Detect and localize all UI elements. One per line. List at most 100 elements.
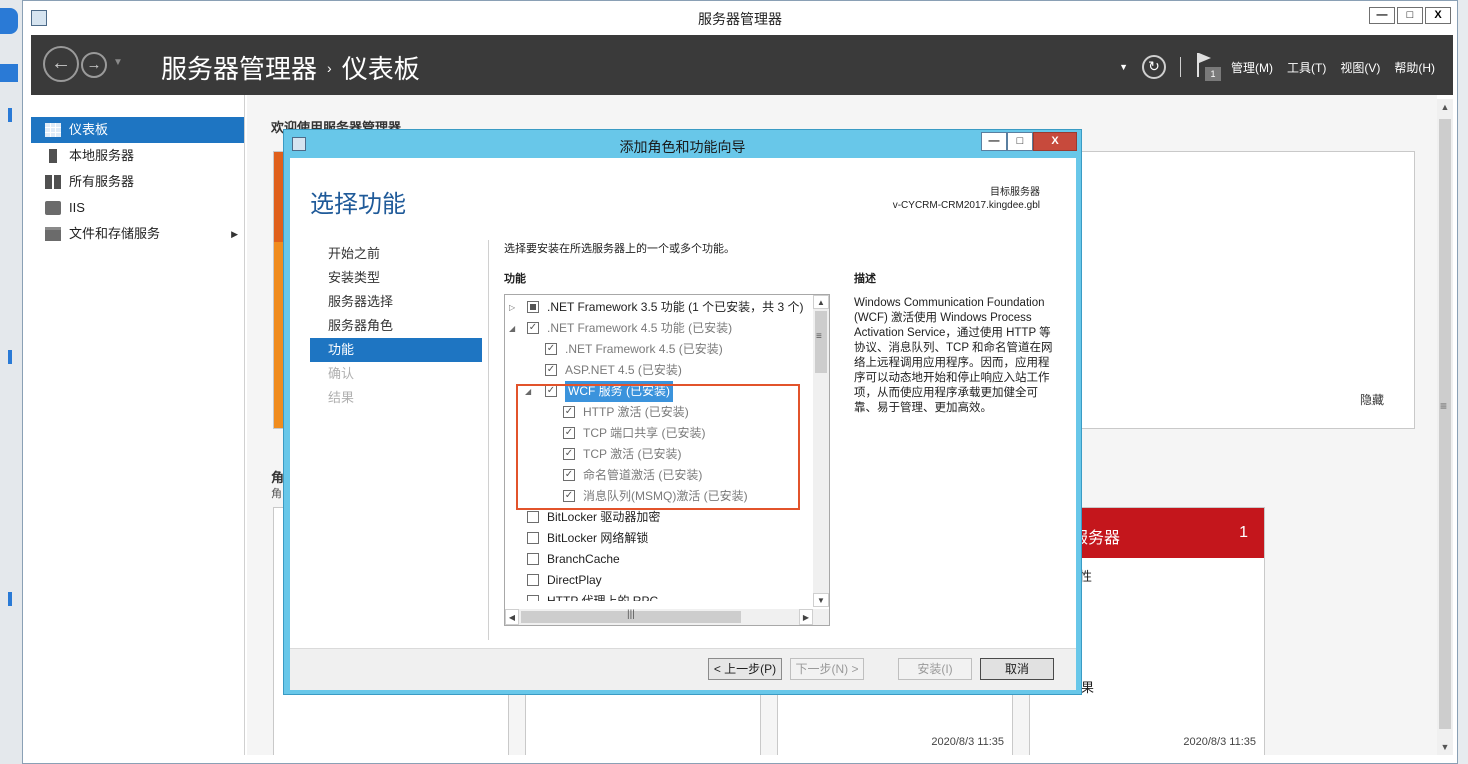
steps-divider [488, 240, 489, 640]
feature-checkbox[interactable]: ✓ [545, 364, 557, 376]
feature-checkbox[interactable]: ✓ [527, 322, 539, 334]
wizard-body: 选择功能 目标服务器 v-CYCRM-CRM2017.kingdee.gbl 开… [290, 158, 1076, 690]
feature-row[interactable]: ✓ 消息队列(MSMQ)激活 (已安装) [505, 486, 813, 507]
feature-checkbox[interactable]: ✓ [563, 469, 575, 481]
roles-section-subtitle: 角 [271, 488, 282, 500]
wizard-title-bar: 添加角色和功能向导 — □ X [284, 130, 1081, 158]
breadcrumb-separator: › [327, 59, 332, 76]
feature-row[interactable]: ✓ ASP.NET 4.5 (已安装) [505, 360, 813, 381]
breadcrumb-root[interactable]: 服务器管理器 [161, 49, 317, 86]
close-button[interactable]: X [1425, 7, 1451, 24]
feature-row[interactable]: ✓ HTTP 激活 (已安装) [505, 402, 813, 423]
destination-server: 目标服务器 v-CYCRM-CRM2017.kingdee.gbl [893, 186, 1040, 212]
scroll-thumb[interactable] [815, 311, 827, 373]
feature-row[interactable]: BitLocker 驱动器加密 [505, 507, 813, 528]
feature-label: TCP 激活 (已安装) [583, 447, 682, 461]
destination-server-name: v-CYCRM-CRM2017.kingdee.gbl [892, 200, 1040, 211]
scroll-thumb[interactable] [1439, 119, 1451, 729]
expand-toggle-icon[interactable]: ◢ [509, 318, 515, 339]
scroll-grip-icon: ≡ [1440, 399, 1448, 413]
feature-checkbox[interactable]: ✓ [563, 448, 575, 460]
feature-label: WCF 服务 (已安装) [565, 381, 673, 402]
taskbar-edge-icon[interactable] [0, 8, 18, 34]
scroll-down-icon[interactable]: ▼ [1437, 739, 1453, 755]
feature-checkbox[interactable] [527, 574, 539, 586]
home-icon[interactable] [0, 64, 18, 82]
wizard-maximize-button[interactable]: □ [1007, 132, 1033, 151]
feature-label: .NET Framework 4.5 (已安装) [565, 342, 723, 356]
feature-row[interactable]: DirectPlay [505, 570, 813, 591]
step-server-selection[interactable]: 服务器选择 [310, 290, 482, 314]
feature-checkbox[interactable]: ✓ [563, 490, 575, 502]
feature-checkbox[interactable]: ✓ [545, 385, 557, 397]
features-vertical-scrollbar[interactable]: ▲ ≡ ▼ [813, 295, 829, 607]
taskbar-marker-icon [8, 108, 12, 122]
feature-row[interactable]: ✓ TCP 端口共享 (已安装) [505, 423, 813, 444]
previous-button[interactable]: < 上一步(P) [708, 658, 782, 680]
tile-timestamp: 2020/8/3 11:35 [931, 736, 1004, 748]
refresh-dropdown-icon[interactable]: ▼ [1119, 62, 1128, 72]
scroll-up-icon[interactable]: ▲ [813, 295, 829, 309]
features-tree[interactable]: ▷ .NET Framework 3.5 功能 (1 个已安装，共 3 个) ◢ ✓.… [504, 294, 830, 626]
header-bar: ← → ▼ 服务器管理器 › 仪表板 ▼ ↻ 1 管理(M) 工具(T) 视图(… [31, 35, 1453, 95]
feature-checkbox[interactable] [527, 301, 539, 313]
sidebar-item-dashboard[interactable]: 仪表板 [31, 117, 244, 143]
feature-label: 消息队列(MSMQ)激活 (已安装) [583, 489, 748, 503]
feature-row[interactable]: ✓ .NET Framework 4.5 (已安装) [505, 339, 813, 360]
wizard-minimize-button[interactable]: — [981, 132, 1007, 151]
menu-tools[interactable]: 工具(T) [1287, 59, 1326, 76]
feature-row[interactable]: HTTP 代理上的 RPC [505, 591, 813, 601]
feature-row[interactable]: ✓ 命名管道激活 (已安装) [505, 465, 813, 486]
scroll-left-icon[interactable]: ◀ [505, 609, 519, 625]
scroll-right-icon[interactable]: ▶ [799, 609, 813, 625]
expand-toggle-icon[interactable]: ▷ [509, 297, 515, 318]
feature-checkbox[interactable] [527, 595, 539, 601]
step-features[interactable]: 功能 [310, 338, 482, 362]
feature-checkbox[interactable]: ✓ [563, 427, 575, 439]
feature-row[interactable]: ▷ .NET Framework 3.5 功能 (1 个已安装，共 3 个) [505, 297, 813, 318]
back-arrow-icon[interactable]: ← [43, 46, 79, 82]
sidebar-item-iis[interactable]: IIS [31, 195, 244, 221]
content-scrollbar[interactable]: ▲ ≡ ▼ [1437, 99, 1453, 755]
cancel-button[interactable]: 取消 [980, 658, 1054, 680]
menu-manage[interactable]: 管理(M) [1231, 59, 1273, 76]
maximize-button[interactable]: □ [1397, 7, 1423, 24]
feature-checkbox[interactable] [527, 553, 539, 565]
feature-checkbox[interactable] [527, 511, 539, 523]
minimize-button[interactable]: — [1369, 7, 1395, 24]
menu-help[interactable]: 帮助(H) [1394, 59, 1435, 76]
sidebar-item-file-storage[interactable]: 文件和存储服务 ▶ [31, 221, 244, 247]
feature-checkbox[interactable] [527, 532, 539, 544]
refresh-icon[interactable]: ↻ [1142, 55, 1166, 79]
hide-link[interactable]: 隐藏 [1360, 391, 1384, 408]
features-horizontal-scrollbar[interactable]: ◀ ||| ▶ [505, 609, 829, 625]
feature-row[interactable]: ◢ ✓ WCF 服务 (已安装) [505, 381, 813, 402]
feature-row[interactable]: ◢ ✓ .NET Framework 4.5 功能 (已安装) [505, 318, 813, 339]
wizard-close-button[interactable]: X [1033, 132, 1077, 151]
sidebar-item-local-server[interactable]: 本地服务器 [31, 143, 244, 169]
title-bar: 服务器管理器 — □ X [23, 1, 1457, 35]
description-text: Windows Communication Foundation (WCF) 激… [854, 297, 1053, 414]
step-before-you-begin[interactable]: 开始之前 [310, 242, 482, 266]
feature-row[interactable]: ✓ TCP 激活 (已安装) [505, 444, 813, 465]
step-server-roles[interactable]: 服务器角色 [310, 314, 482, 338]
expand-arrow-icon[interactable]: ▶ [231, 221, 238, 247]
feature-checkbox[interactable]: ✓ [563, 406, 575, 418]
expand-toggle-icon[interactable]: ◢ [525, 381, 531, 402]
feature-label: TCP 端口共享 (已安装) [583, 426, 706, 440]
sidebar-item-all-servers[interactable]: 所有服务器 [31, 169, 244, 195]
page-title: 选择功能 [310, 191, 406, 218]
history-dropdown-icon[interactable]: ▼ [113, 57, 123, 68]
menu-view[interactable]: 视图(V) [1340, 59, 1380, 76]
feature-label: HTTP 激活 (已安装) [583, 405, 689, 419]
feature-checkbox[interactable]: ✓ [545, 343, 557, 355]
scroll-up-icon[interactable]: ▲ [1437, 99, 1453, 115]
feature-row[interactable]: BitLocker 网络解锁 [505, 528, 813, 549]
feature-row[interactable]: BranchCache [505, 549, 813, 570]
feature-label: .NET Framework 4.5 功能 (已安装) [547, 321, 733, 335]
destination-label: 目标服务器 [990, 187, 1040, 198]
forward-arrow-icon[interactable]: → [81, 52, 107, 78]
step-installation-type[interactable]: 安装类型 [310, 266, 482, 290]
scroll-down-icon[interactable]: ▼ [813, 593, 829, 607]
notifications-flag-icon[interactable]: 1 [1195, 53, 1221, 81]
